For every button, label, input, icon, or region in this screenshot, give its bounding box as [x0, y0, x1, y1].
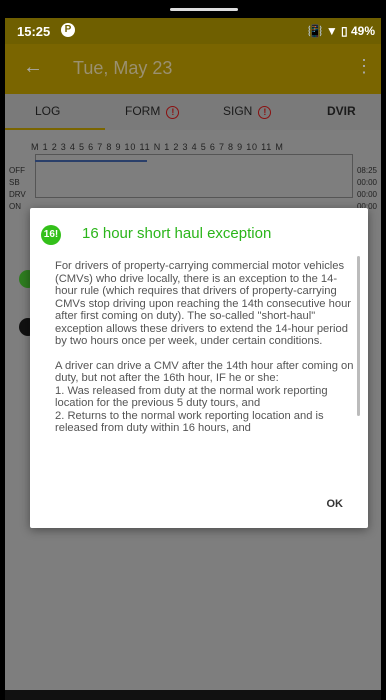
status-right: 📳 ▼ ▯ 49%: [307, 24, 375, 38]
tab-form[interactable]: FORM!: [125, 104, 180, 119]
app-bar-title: Tue, May 23: [73, 58, 173, 78]
grid-label-off: OFF: [9, 166, 25, 175]
dialog-scrollbar[interactable]: [357, 256, 360, 416]
tab-sign-label: SIGN: [223, 104, 253, 118]
tab-log[interactable]: LOG: [35, 104, 60, 118]
grid-value-drv: 00:00: [356, 190, 377, 199]
dialog-paragraph: For drivers of property-carrying commerc…: [55, 260, 352, 347]
grid-hours-header: M 1 2 3 4 5 6 7 8 9 10 11 N 1 2 3 4 5 6 …: [31, 142, 284, 152]
grid-label-on: ON: [9, 202, 21, 211]
dialog-list-item: 2. Returns to the normal work reporting …: [55, 409, 324, 435]
warning-icon: !: [166, 106, 180, 119]
log-line-off: [35, 160, 147, 162]
app-notification-icon: P: [61, 23, 75, 37]
dialog-body: For drivers of property-carrying commerc…: [55, 260, 355, 435]
tab-sign[interactable]: SIGN!: [223, 104, 272, 119]
grid-value-off: 08:25: [356, 166, 377, 175]
more-vert-icon[interactable]: ⋮: [355, 56, 373, 77]
status-bar: 15:25 P 📳 ▼ ▯ 49%: [5, 18, 381, 44]
tab-log-label: LOG: [35, 104, 61, 118]
grid-value-sb: 00:00: [356, 178, 377, 187]
status-time: 15:25: [17, 24, 51, 39]
badge-16-icon: 16!: [41, 225, 61, 245]
grid-label-drv: DRV: [9, 190, 26, 199]
status-indicator: [170, 8, 238, 11]
tab-form-label: FORM: [125, 104, 161, 118]
tab-dvir[interactable]: DVIR: [327, 104, 356, 118]
tab-dvir-label: DVIR: [327, 104, 356, 118]
screen: 15:25 P 📳 ▼ ▯ 49% ← Tue, May 23 ⋮ LOG FO…: [5, 0, 381, 700]
dialog-list-item: 1. Was released from duty at the normal …: [55, 384, 328, 410]
dialog-title: 16 hour short haul exception: [82, 225, 272, 242]
dialog-paragraph: A driver can drive a CMV after the 14th …: [55, 359, 354, 385]
warning-icon: !: [258, 106, 272, 119]
ok-button[interactable]: OK: [327, 498, 344, 510]
short-haul-dialog: 16! 16 hour short haul exception For dri…: [30, 208, 368, 528]
tab-bar: LOG FORM! SIGN! DVIR: [5, 94, 381, 130]
arrow-left-icon[interactable]: ←: [23, 56, 43, 79]
grid-label-sb: SB: [9, 178, 20, 187]
bottom-nav-bar: [5, 690, 381, 700]
app-bar: ← Tue, May 23 ⋮: [5, 44, 381, 94]
